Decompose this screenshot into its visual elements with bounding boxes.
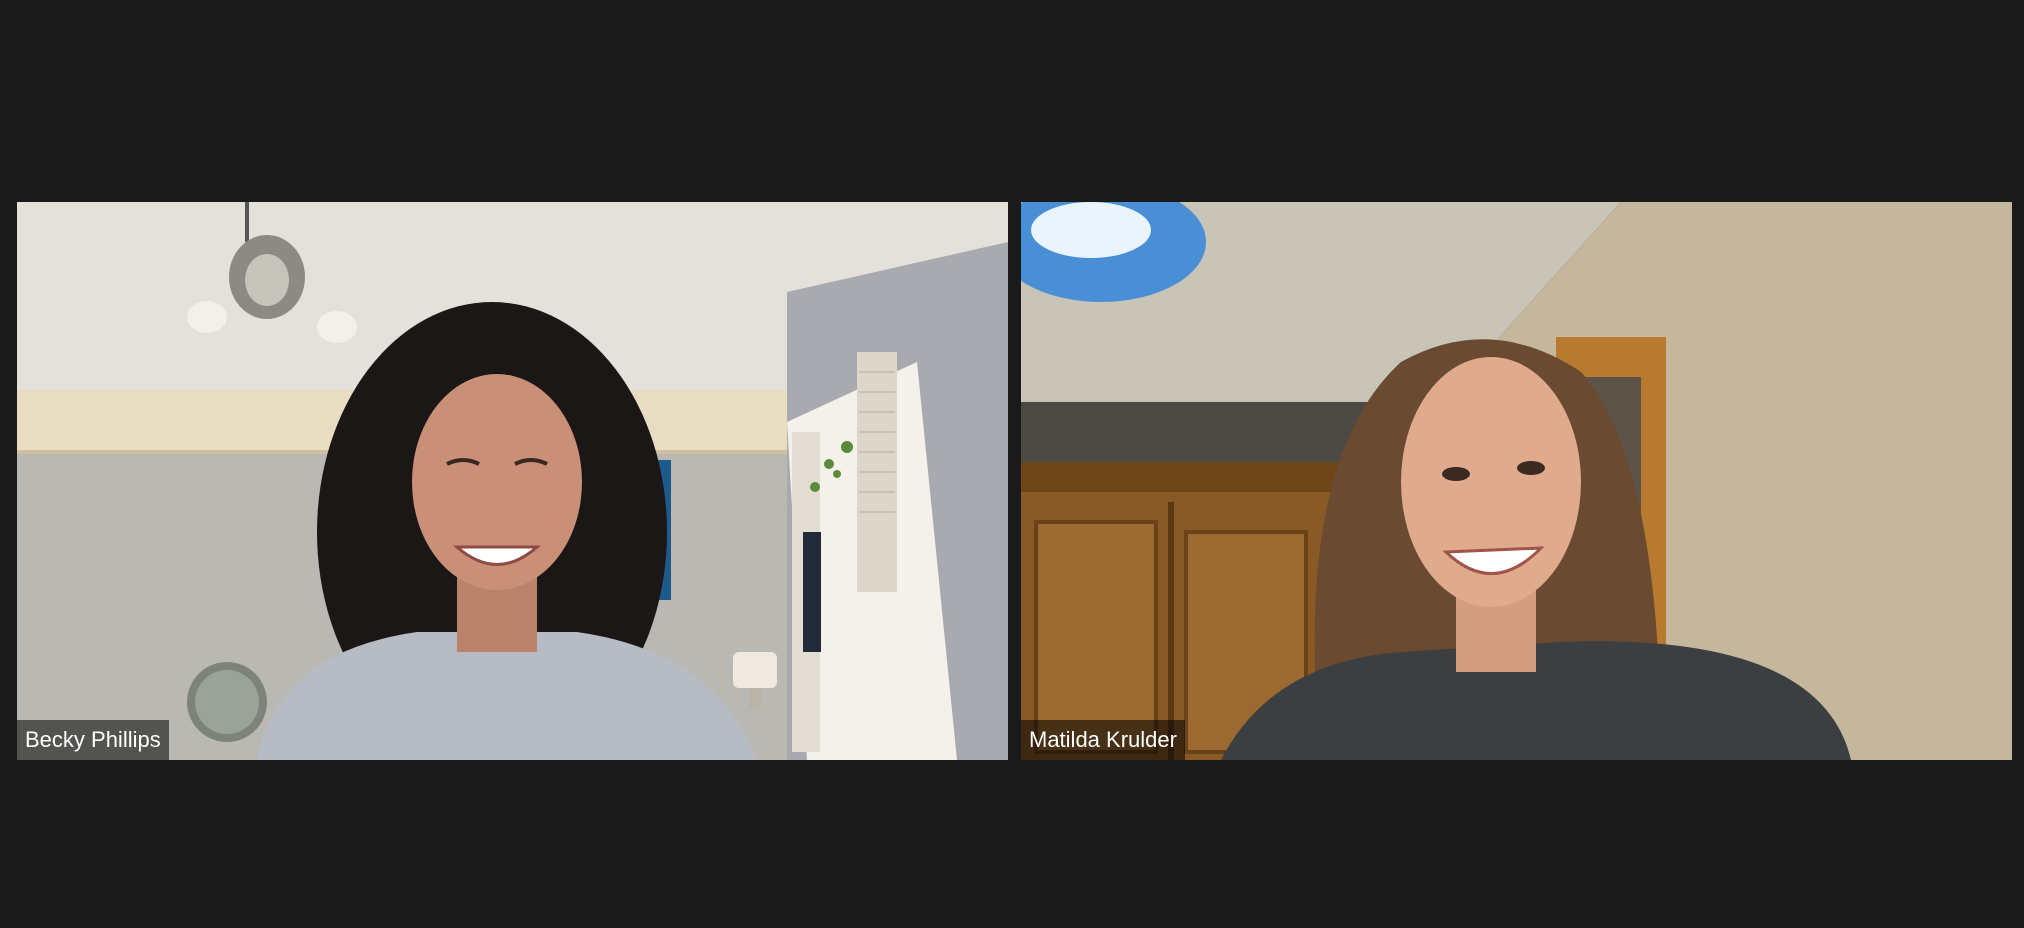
participant-tile-becky-phillips[interactable]: Becky Phillips: [17, 202, 1008, 760]
participant-name-label: Matilda Krulder: [1021, 720, 1185, 760]
participant-name-label: Becky Phillips: [17, 720, 169, 760]
participant-video-feed: [1021, 202, 2012, 760]
participant-video-feed: [17, 202, 1008, 760]
participant-tile-matilda-krulder[interactable]: Matilda Krulder: [1021, 202, 2012, 760]
